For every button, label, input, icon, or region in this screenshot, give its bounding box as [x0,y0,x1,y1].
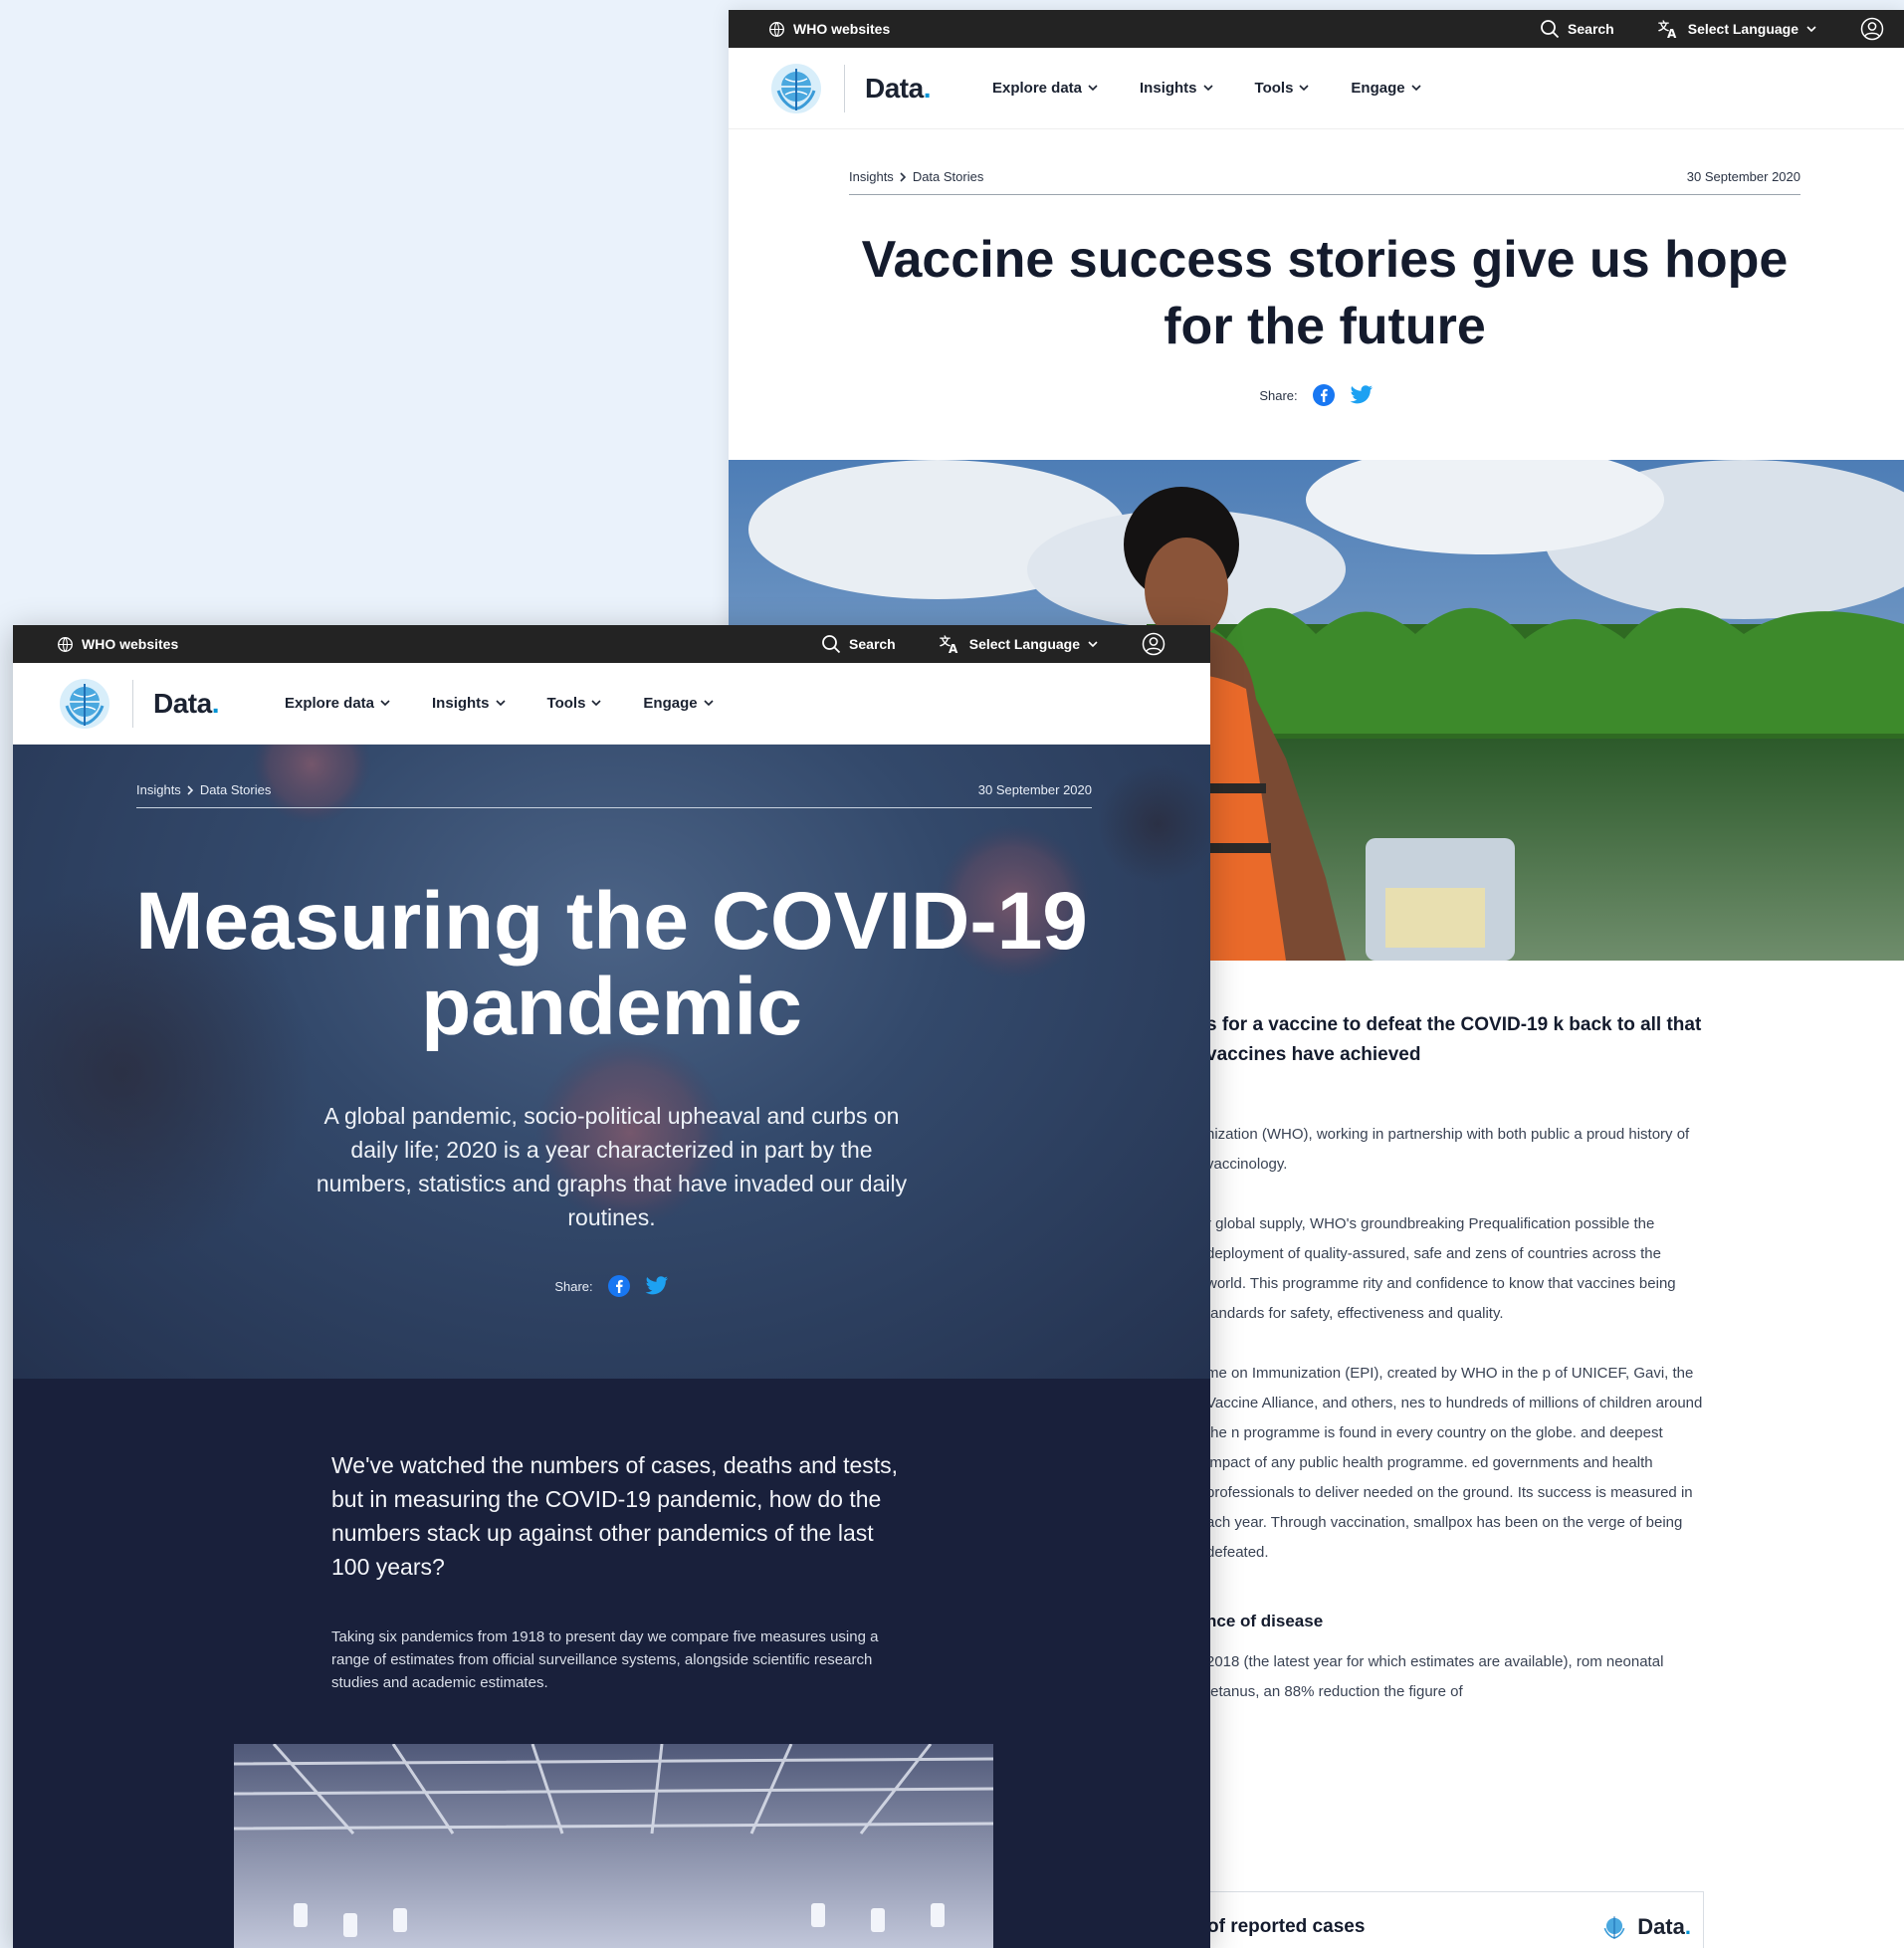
page-title: Vaccine success stories give us hope for… [861,231,1789,355]
who-topbar: WHO websites Search 文A Select Language [13,625,1210,663]
globe-icon [58,636,73,652]
article-body: s for a vaccine to defeat the COVID-19 k… [1206,1010,1704,1707]
article-paragraph: 2018 (the latest year for which estimate… [1206,1653,1664,1700]
chevron-down-icon [1806,25,1816,32]
search-icon [822,635,841,654]
covid-pandemic-window: WHO websites Search 文A Select Language D… [13,625,1210,1948]
account-icon [1860,17,1884,41]
breadcrumb-bar: Insights Data Stories 30 September 2020 [849,169,1800,195]
facebook-icon[interactable] [607,1274,631,1298]
twitter-icon[interactable] [1350,384,1374,406]
search-button[interactable]: Search [1540,19,1614,39]
chevron-down-icon [380,700,390,707]
who-emblem-icon [1603,1915,1625,1939]
brand-logo[interactable]: Data. [57,676,220,732]
publish-date: 30 September 2020 [1686,169,1800,184]
translate-icon: 文A [1658,19,1677,39]
nav-tools[interactable]: Tools [1255,80,1310,97]
who-topbar: WHO websites Search 文A Select Language [729,10,1904,48]
breadcrumb-bar: Insights Data Stories 30 September 2020 [136,782,1092,808]
who-websites-label: WHO websites [793,21,891,37]
chevron-down-icon [1299,85,1309,92]
chart-card-logo: Data. [1599,1912,1691,1942]
chevron-right-icon [900,171,906,182]
article-section: We've watched the numbers of cases, deat… [13,1379,1210,1948]
svg-text:A: A [1667,27,1677,39]
svg-text:A: A [949,642,958,654]
globe-icon [769,21,784,37]
publish-date: 30 September 2020 [977,782,1092,797]
brand-logo[interactable]: Data. [768,61,932,116]
chevron-down-icon [591,700,601,707]
chart-card-header: of reported cases Data. [1206,1891,1704,1948]
select-language-label: Select Language [968,636,1080,652]
chevron-down-icon [1202,85,1213,92]
page-subtitle: A global pandemic, socio-political uphea… [316,1103,908,1230]
translate-icon: 文A [940,634,958,654]
account-button[interactable] [1860,17,1884,41]
twitter-icon[interactable] [645,1275,669,1297]
search-label: Search [1568,21,1614,37]
who-emblem-icon [771,63,821,113]
article-paragraph: nization (WHO), working in partnership w… [1206,1126,1690,1173]
article-lead: We've watched the numbers of cases, deat… [331,1452,899,1580]
facebook-icon[interactable] [1312,383,1336,407]
breadcrumb-insights[interactable]: Insights [136,782,181,797]
chevron-right-icon [187,784,193,795]
article-subheading: nce of disease [1206,1612,1324,1630]
nav-tools[interactable]: Tools [547,695,602,712]
article-paragraph: r global supply, WHO's groundbreaking Pr… [1206,1215,1676,1322]
logo-divider [132,679,133,728]
share-bar: Share: [729,383,1904,407]
chevron-down-icon [1411,85,1421,92]
page-title: Measuring the COVID-19 pandemic [135,876,1088,1052]
chevron-down-icon [495,700,506,707]
nav-engage[interactable]: Engage [643,695,714,712]
breadcrumb: Insights Data Stories [136,782,271,797]
account-icon [1142,632,1165,656]
account-button[interactable] [1142,632,1165,656]
nav-explore-data[interactable]: Explore data [992,80,1098,97]
search-label: Search [849,636,896,652]
nav-explore-data[interactable]: Explore data [285,695,390,712]
share-bar: Share: [13,1274,1210,1298]
article-paragraph: me on Immunization (EPI), created by WHO… [1206,1365,1703,1561]
article-lead: s for a vaccine to defeat the COVID-19 k… [1206,1014,1702,1065]
select-language-button[interactable]: 文A Select Language [940,634,1098,654]
chart-card-title: of reported cases [1207,1915,1366,1937]
search-button[interactable]: Search [821,634,896,654]
chevron-down-icon [704,700,714,707]
main-navbar: Data. Explore data Insights Tools Engage [13,663,1210,745]
search-icon [1541,20,1560,39]
brand-wordmark: Data. [865,72,932,104]
chevron-down-icon [1088,85,1098,92]
nav-engage[interactable]: Engage [1351,80,1421,97]
share-label: Share: [1259,387,1298,403]
who-websites-menu[interactable]: WHO websites [768,21,890,38]
who-websites-menu[interactable]: WHO websites [57,636,178,653]
select-language-label: Select Language [1687,21,1798,37]
select-language-button[interactable]: 文A Select Language [1658,19,1816,39]
nav-insights[interactable]: Insights [1140,80,1213,97]
brand-wordmark: Data. [153,687,220,719]
who-websites-label: WHO websites [82,636,179,652]
logo-divider [844,64,845,112]
main-navbar: Data. Explore data Insights Tools Engage [729,48,1904,129]
share-label: Share: [554,1278,593,1294]
chevron-down-icon [1088,640,1098,647]
article-paragraph: Taking six pandemics from 1918 to presen… [331,1628,879,1691]
breadcrumb: Insights Data Stories [849,169,983,184]
breadcrumb-data-stories[interactable]: Data Stories [913,169,984,184]
hospital-ward-photo [234,1744,993,1948]
breadcrumb-insights[interactable]: Insights [849,169,894,184]
nav-insights[interactable]: Insights [432,695,506,712]
breadcrumb-data-stories[interactable]: Data Stories [200,782,272,797]
who-emblem-icon [60,678,109,729]
